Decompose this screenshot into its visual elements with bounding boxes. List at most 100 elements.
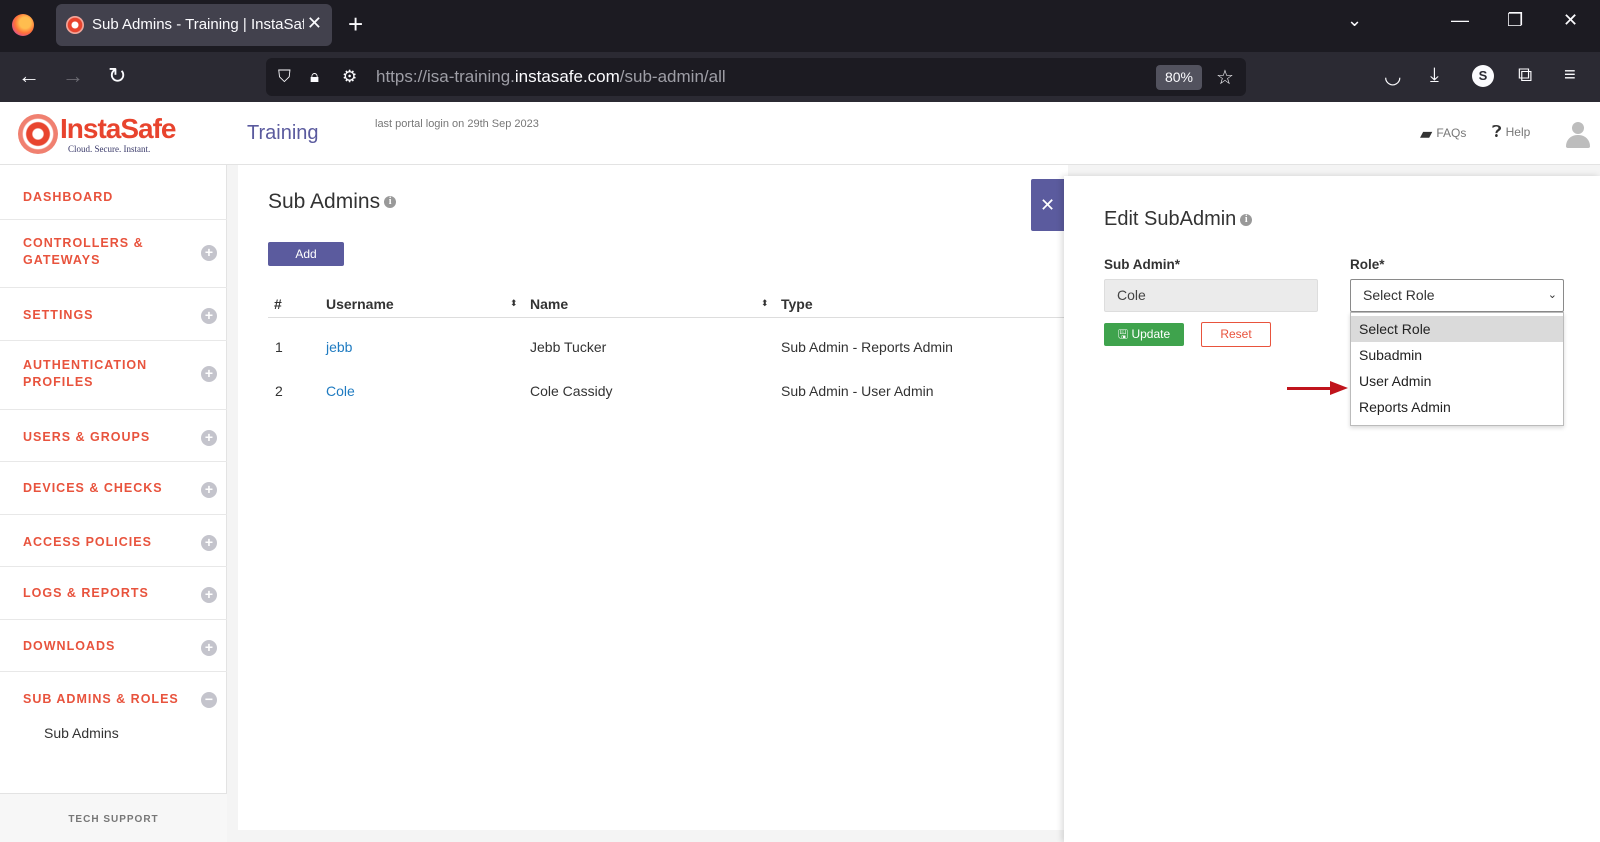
minimize-icon[interactable]: — — [1451, 10, 1469, 31]
table-divider — [268, 317, 1068, 318]
column-header-type[interactable]: Type — [781, 296, 813, 312]
sidebar-item-label: LOGS & REPORTS — [23, 586, 149, 600]
back-icon[interactable]: ← — [18, 63, 40, 89]
menu-icon[interactable]: ≡ — [1564, 64, 1576, 87]
column-header-name[interactable]: Name — [530, 296, 568, 312]
main-content: Sub Admins i Add # Username ⬍ Name ⬍ Type… — [238, 165, 1068, 830]
column-header-username[interactable]: Username — [326, 296, 394, 312]
info-icon[interactable]: i — [1240, 213, 1253, 226]
expand-icon[interactable]: + — [201, 587, 217, 603]
avatar-body — [1566, 135, 1590, 148]
sidebar-item-controllers-gateways[interactable]: CONTROLLERS & GATEWAYS + — [0, 220, 227, 288]
new-tab-icon[interactable]: + — [348, 9, 363, 40]
sub-admin-label: Sub Admin* — [1104, 257, 1180, 272]
sidebar-item-label: USERS & GROUPS — [23, 430, 151, 444]
role-option-user-admin[interactable]: User Admin — [1351, 368, 1563, 394]
expand-icon[interactable]: + — [201, 366, 217, 382]
sidebar-item-label: DEVICES & CHECKS — [23, 481, 163, 495]
sidebar-item-label: ACCESS POLICIES — [23, 535, 152, 549]
save-icon: 🖫︎ — [1117, 327, 1129, 341]
reload-icon[interactable]: ↻ — [108, 63, 126, 89]
sub-admin-field[interactable]: Cole — [1104, 279, 1318, 312]
role-label: Role* — [1350, 257, 1385, 272]
username-link[interactable]: Cole — [326, 383, 355, 399]
portal-title: Training — [247, 122, 319, 144]
row-number: 1 — [275, 339, 283, 355]
sidebar-item-devices-checks[interactable]: DEVICES & CHECKS + — [0, 462, 227, 515]
column-header-number: # — [274, 296, 282, 312]
logo-tagline: Cloud. Secure. Instant. — [68, 144, 151, 154]
expand-icon[interactable]: + — [201, 482, 217, 498]
role-dropdown-list: Select Role Subadmin User Admin Reports … — [1350, 312, 1564, 426]
app-header: InstaSafe Cloud. Secure. Instant. Traini… — [0, 102, 1600, 165]
sidebar-item-label: SETTINGS — [23, 308, 94, 322]
tech-support-link[interactable]: TECH SUPPORT — [0, 793, 227, 842]
browser-nav-bar: ← → ↻ ⛉ 🔒︎ ⚙︎ https://isa-training.insta… — [0, 52, 1600, 102]
faqs-link[interactable]: ▰ FAQs — [1420, 124, 1466, 144]
expand-icon[interactable]: + — [201, 535, 217, 551]
logo-name[interactable]: InstaSafe — [60, 113, 176, 145]
avatar-head — [1572, 122, 1584, 134]
close-window-icon[interactable]: ✕ — [1563, 10, 1578, 31]
pocket-icon[interactable]: ◡ — [1384, 64, 1401, 89]
name-cell: Cole Cassidy — [530, 383, 613, 399]
sidebar-item-access-policies[interactable]: ACCESS POLICIES + — [0, 515, 227, 567]
collapse-icon[interactable]: − — [201, 692, 217, 708]
sidebar-item-label: SUB ADMINS & ROLES — [23, 692, 179, 706]
extensions-icon[interactable]: ⧉ — [1518, 64, 1532, 87]
update-button[interactable]: 🖫︎ Update — [1104, 323, 1184, 346]
account-avatar[interactable]: S — [1472, 65, 1494, 87]
sort-icon[interactable]: ⬍ — [761, 298, 769, 309]
url-text[interactable]: https://isa-training.instasafe.com/sub-a… — [376, 67, 726, 87]
downloads-icon[interactable]: ⤓ — [1430, 64, 1439, 87]
lock-icon[interactable]: 🔒︎ — [310, 67, 319, 87]
sidebar-item-logs-reports[interactable]: LOGS & REPORTS + — [0, 567, 227, 620]
bookmark-star-icon[interactable]: ☆ — [1216, 65, 1234, 90]
chat-icon: ▰ — [1420, 126, 1433, 143]
sidebar-item-label: DOWNLOADS — [23, 639, 116, 653]
permissions-icon[interactable]: ⚙︎ — [342, 67, 357, 87]
close-tab-icon[interactable]: ✕ — [307, 13, 322, 34]
sidebar-item-dashboard[interactable]: DASHBOARD — [0, 165, 227, 220]
browser-tab[interactable]: Sub Admins - Training | InstaSafe ✕ — [56, 4, 332, 46]
username-link[interactable]: jebb — [326, 339, 352, 355]
annotation-arrow — [1287, 387, 1332, 390]
role-option-reports-admin[interactable]: Reports Admin — [1351, 394, 1563, 420]
sidebar-subitem-sub-admins[interactable]: Sub Admins — [44, 725, 119, 741]
sidebar-item-label: CONTROLLERS & GATEWAYS — [23, 236, 144, 267]
shield-icon[interactable]: ⛉ — [278, 67, 291, 87]
sidebar-item-settings[interactable]: SETTINGS + — [0, 288, 227, 341]
page-title: Sub Admins i — [268, 190, 397, 214]
list-tabs-icon[interactable]: ⌄ — [1347, 10, 1362, 31]
zoom-level[interactable]: 80% — [1156, 65, 1202, 90]
reset-button[interactable]: Reset — [1201, 322, 1271, 347]
expand-icon[interactable]: + — [201, 245, 217, 261]
sidebar-item-sub-admins-roles[interactable]: SUB ADMINS & ROLES − — [0, 672, 227, 712]
sidebar-item-users-groups[interactable]: USERS & GROUPS + — [0, 410, 227, 462]
role-option-subadmin[interactable]: Subadmin — [1351, 342, 1563, 368]
firefox-icon[interactable] — [12, 14, 34, 36]
expand-icon[interactable]: + — [201, 430, 217, 446]
tab-title: Sub Admins - Training | InstaSafe — [92, 16, 304, 33]
sidebar-item-authentication-profiles[interactable]: AUTHENTICATION PROFILES + — [0, 341, 227, 410]
sort-icon[interactable]: ⬍ — [510, 298, 518, 309]
instasafe-logo-icon[interactable] — [18, 114, 58, 154]
info-icon[interactable]: i — [384, 196, 397, 209]
role-option-select-role[interactable]: Select Role — [1351, 316, 1563, 342]
add-button[interactable]: Add — [268, 242, 344, 266]
sidebar-item-downloads[interactable]: DOWNLOADS + — [0, 620, 227, 672]
close-panel-button[interactable]: ✕ — [1031, 179, 1064, 231]
role-select[interactable]: Select Role ⌄ — [1350, 279, 1564, 312]
expand-icon[interactable]: + — [201, 640, 217, 656]
url-bar[interactable]: ⛉ 🔒︎ ⚙︎ https://isa-training.instasafe.c… — [266, 58, 1246, 96]
help-link[interactable]: ❓︎ Help — [1492, 124, 1530, 142]
edit-subadmin-panel: Edit SubAdmin i Sub Admin* Role* Cole Sel… — [1064, 176, 1600, 842]
forward-icon[interactable]: → — [62, 63, 84, 89]
help-icon: ❓︎ — [1492, 124, 1502, 141]
type-cell: Sub Admin - Reports Admin — [781, 339, 953, 355]
type-cell: Sub Admin - User Admin — [781, 383, 934, 399]
user-avatar-icon[interactable] — [1565, 122, 1591, 148]
expand-icon[interactable]: + — [201, 308, 217, 324]
restore-icon[interactable]: ❐ — [1507, 10, 1523, 31]
sidebar-item-label: DASHBOARD — [23, 190, 114, 204]
